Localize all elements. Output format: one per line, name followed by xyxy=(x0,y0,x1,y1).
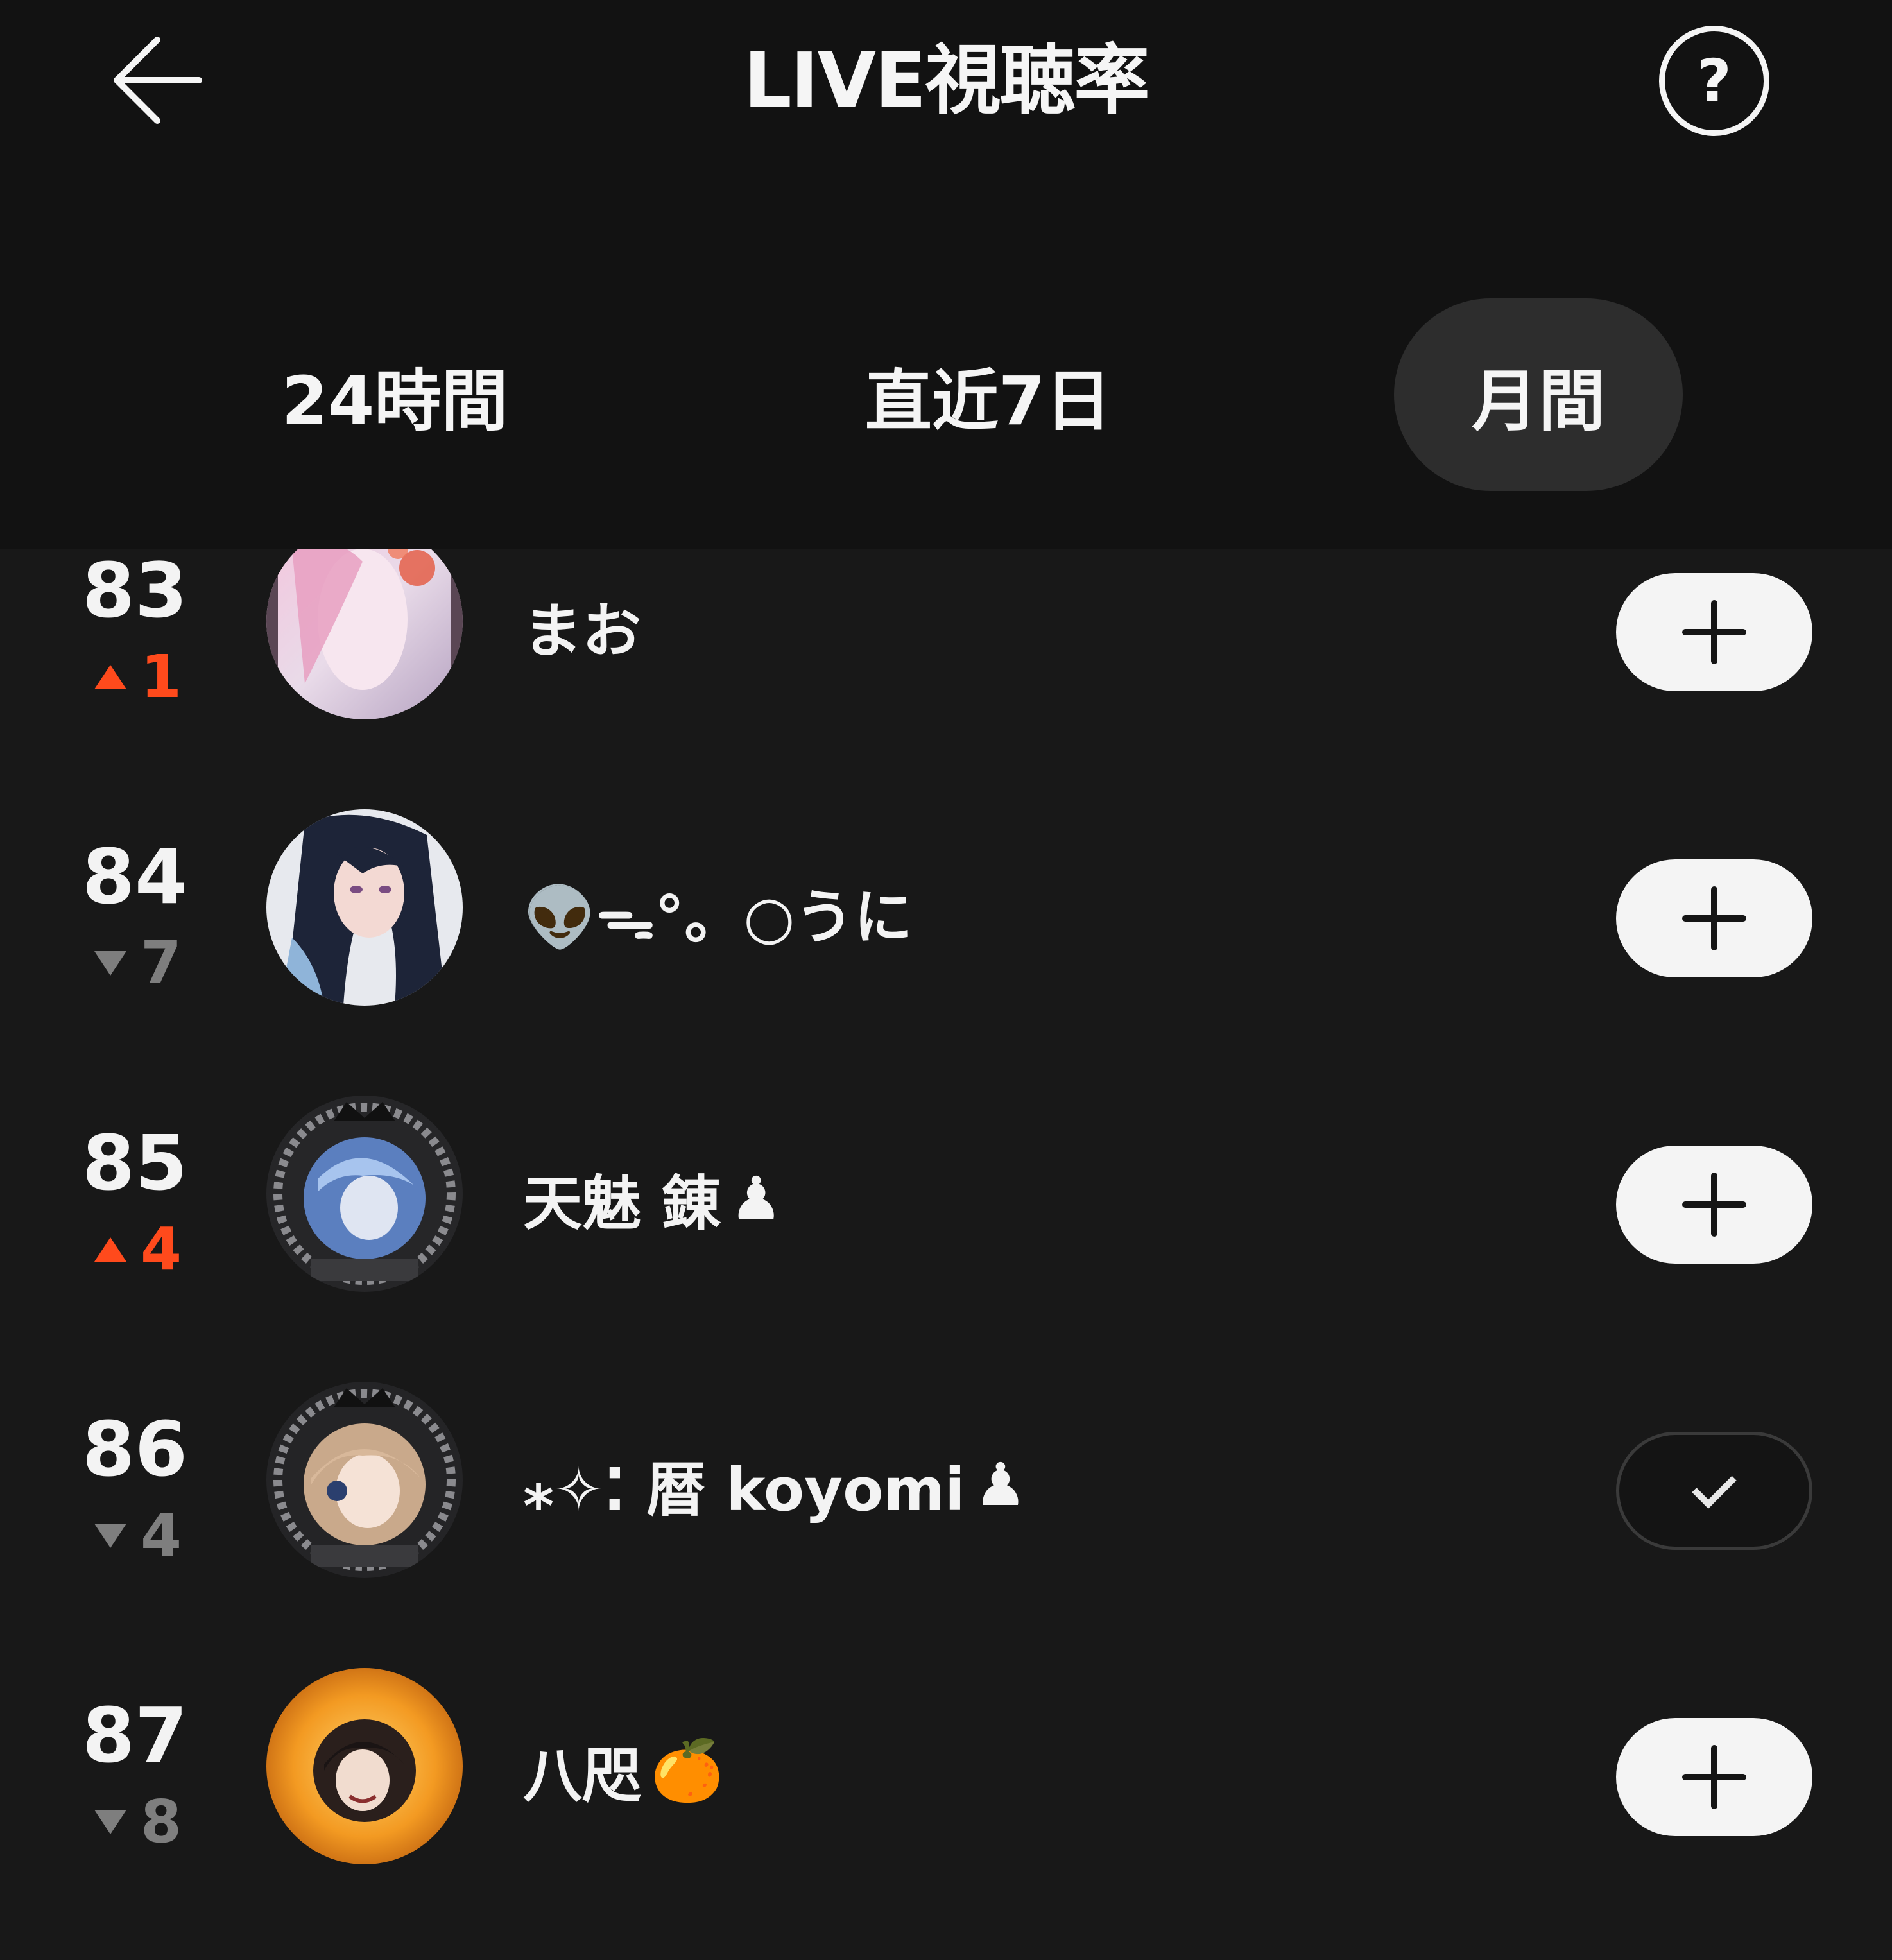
triangle-down-icon xyxy=(94,1810,126,1834)
plus-icon xyxy=(1682,1745,1746,1809)
username-text: まお xyxy=(523,596,642,666)
live-ranking-screen: LIVE視聴率 ? 24時間 直近7日 月間 83 1 まお 84 7 👽ᯓ°。… xyxy=(0,0,1892,1960)
username[interactable]: 👽ᯓ°。○うに xyxy=(523,848,913,976)
username[interactable]: 天魅 錬 ♟ xyxy=(523,1134,783,1262)
avatar[interactable] xyxy=(266,1668,463,1864)
rank-number: 85 xyxy=(82,1119,188,1207)
rank-number: 86 xyxy=(82,1405,188,1493)
rank-number: 84 xyxy=(82,832,188,921)
page-title: LIVE視聴率 xyxy=(743,36,1149,125)
rank-change-value: 4 xyxy=(140,1501,182,1570)
help-button[interactable]: ? xyxy=(1659,26,1769,136)
tab-24h[interactable]: 24時間 xyxy=(250,298,539,491)
triangle-down-icon xyxy=(94,951,126,976)
rank-change: 1 xyxy=(90,645,186,709)
username-text: 👽ᯓ°。○うに xyxy=(523,882,913,952)
username[interactable]: まお xyxy=(523,562,641,690)
username[interactable]: ⁎✧⁚ 暦 koyomi ♟ xyxy=(523,1420,1027,1549)
rank-change-value: 1 xyxy=(140,642,182,711)
header: LIVE視聴率 ? 24時間 直近7日 月間 xyxy=(0,0,1892,549)
username-text: 天魅 錬 xyxy=(523,1169,721,1238)
triangle-down-icon xyxy=(94,1524,126,1548)
follow-button[interactable] xyxy=(1616,859,1812,977)
tab-monthly[interactable]: 月間 xyxy=(1394,298,1683,491)
tab-7d[interactable]: 直近7日 xyxy=(841,298,1136,491)
rank-number: 83 xyxy=(82,549,188,635)
username-text: 八咫 xyxy=(523,1741,642,1810)
list-item[interactable]: 84 7 👽ᯓ°。○うに xyxy=(0,809,1892,1121)
username-text: ⁎✧⁚ 暦 koyomi xyxy=(523,1455,965,1524)
follow-button[interactable] xyxy=(1616,1146,1812,1264)
tangerine-icon: 🍊 xyxy=(650,1736,724,1805)
list-item[interactable]: 87 8 八咫 🍊 xyxy=(0,1668,1892,1960)
list-item[interactable]: 83 1 まお xyxy=(0,549,1892,835)
rank-change-value: 4 xyxy=(140,1215,182,1284)
list-item[interactable]: 85 4 天魅 錬 ♟ xyxy=(0,1096,1892,1407)
rank-number: 87 xyxy=(82,1691,188,1780)
following-button[interactable] xyxy=(1616,1432,1812,1550)
rank-change: 8 xyxy=(90,1790,186,1854)
avatar[interactable] xyxy=(266,1382,463,1578)
triangle-up-icon xyxy=(94,665,126,689)
rank-change: 7 xyxy=(90,931,186,995)
list-item[interactable]: 86 4 ⁎✧⁚ 暦 koyomi ♟ xyxy=(0,1382,1892,1694)
chess-pawn-icon: ♟ xyxy=(730,1164,783,1233)
plus-icon xyxy=(1682,1173,1746,1237)
rank-change: 4 xyxy=(90,1217,186,1282)
ranking-list[interactable]: 83 1 まお 84 7 👽ᯓ°。○うに 85 4 天魅 錬 ♟ 86 4 ⁎✧… xyxy=(0,549,1892,1960)
rank-change-value: 8 xyxy=(140,1787,182,1856)
check-icon xyxy=(1692,1464,1737,1509)
follow-button[interactable] xyxy=(1616,573,1812,691)
avatar[interactable] xyxy=(266,809,463,1006)
avatar[interactable] xyxy=(266,549,463,719)
question-circle-icon: ? xyxy=(1697,46,1732,116)
username[interactable]: 八咫 🍊 xyxy=(523,1706,724,1835)
triangle-up-icon xyxy=(94,1237,126,1262)
follow-button[interactable] xyxy=(1616,1718,1812,1836)
plus-icon xyxy=(1682,600,1746,664)
plus-icon xyxy=(1682,886,1746,950)
rank-change-value: 7 xyxy=(140,929,182,997)
avatar[interactable] xyxy=(266,1096,463,1292)
chess-pawn-icon: ♟ xyxy=(974,1450,1028,1519)
rank-change: 4 xyxy=(90,1504,186,1568)
